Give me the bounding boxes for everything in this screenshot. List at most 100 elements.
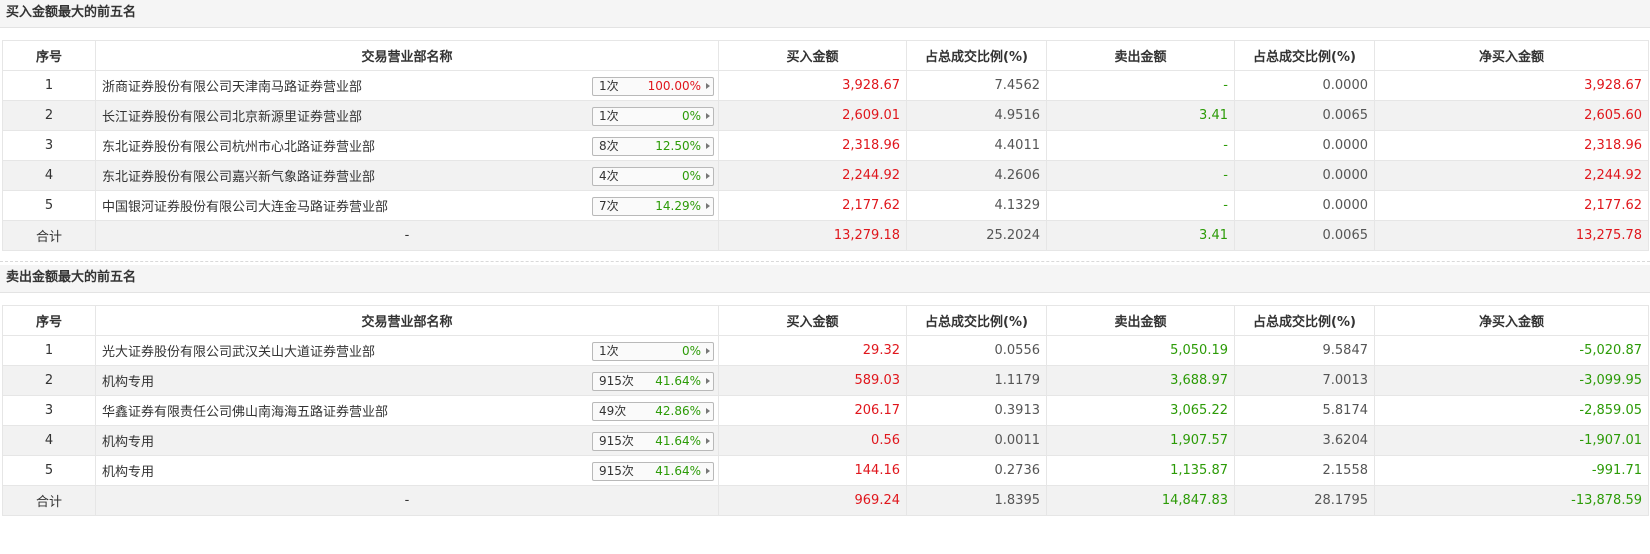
buy-ratio: 0.3913 [906,395,1047,426]
col-header-sell-ratio[interactable]: 占总成交比例(%) [1234,305,1375,336]
sell-ratio: 5.8174 [1234,395,1375,426]
appearance-count: 49次 [599,404,627,418]
branch-name-cell: 东北证券股份有限公司嘉兴新气象路证券营业部 4次 0% [95,160,719,191]
history-badge[interactable]: 915次 41.64% [592,432,714,451]
total-row: 合计 - 13,279.18 25.2024 3.41 0.0065 13,27… [2,220,1649,251]
sell-amount: 3,065.22 [1046,395,1235,426]
branch-name-link[interactable]: 东北证券股份有限公司杭州市心北路证券营业部 [102,136,375,155]
total-label: 合计 [2,220,96,251]
appearance-count: 915次 [599,374,634,388]
table-row: 5 中国银河证券股份有限公司大连金马路证券营业部 7次 14.29% 2,177… [2,190,1649,221]
col-header-no[interactable]: 序号 [2,40,96,71]
net-amount: -2,859.05 [1374,395,1649,426]
sell-amount: - [1046,70,1235,101]
appearance-count: 8次 [599,139,619,153]
buy-ratio: 0.0011 [906,425,1047,456]
buy-amount: 206.17 [718,395,907,426]
branch-name-cell: 机构专用 915次 41.64% [95,455,719,486]
caret-right-icon [706,143,710,149]
buy-ratio: 4.1329 [906,190,1047,221]
history-badge[interactable]: 915次 41.64% [592,462,714,481]
col-header-no[interactable]: 序号 [2,305,96,336]
buy-ratio: 4.2606 [906,160,1047,191]
appearance-count: 7次 [599,199,619,213]
win-rate: 0% [681,109,701,123]
appearance-count: 915次 [599,464,634,478]
caret-right-icon [706,203,710,209]
col-header-name[interactable]: 交易营业部名称 [95,40,719,71]
sell-ratio: 9.5847 [1234,335,1375,366]
net-amount: 2,605.60 [1374,100,1649,131]
caret-right-icon [706,113,710,119]
win-rate: 42.86% [655,404,701,418]
history-badge[interactable]: 1次 0% [592,107,714,126]
total-buy-amount: 13,279.18 [718,220,907,251]
sell-amount: 3.41 [1046,100,1235,131]
appearance-count: 4次 [599,169,619,183]
col-header-buy-ratio[interactable]: 占总成交比例(%) [906,305,1047,336]
branch-name-link[interactable]: 机构专用 [102,431,154,450]
row-no: 5 [2,455,96,486]
buy-ratio: 4.9516 [906,100,1047,131]
branch-name-cell: 中国银河证券股份有限公司大连金马路证券营业部 7次 14.29% [95,190,719,221]
buy-ratio: 0.0556 [906,335,1047,366]
col-header-net[interactable]: 净买入金额 [1374,305,1649,336]
branch-name-link[interactable]: 长江证券股份有限公司北京新源里证券营业部 [102,106,362,125]
buy-amount: 3,928.67 [718,70,907,101]
caret-right-icon [706,378,710,384]
table-row: 5 机构专用 915次 41.64% 144.16 0.2736 1,135.8… [2,455,1649,486]
buy-ratio: 7.4562 [906,70,1047,101]
history-badge[interactable]: 8次 12.50% [592,137,714,156]
branch-name-cell: 光大证券股份有限公司武汉关山大道证券营业部 1次 0% [95,335,719,366]
branch-name-link[interactable]: 机构专用 [102,461,154,480]
net-amount: -1,907.01 [1374,425,1649,456]
row-no: 3 [2,395,96,426]
total-row: 合计 - 969.24 1.8395 14,847.83 28.1795 -13… [2,485,1649,516]
win-rate: 100.00% [647,79,701,93]
buy-amount: 2,318.96 [718,130,907,161]
branch-name-cell: 浙商证券股份有限公司天津南马路证券营业部 1次 100.00% [95,70,719,101]
branch-name-link[interactable]: 华鑫证券有限责任公司佛山南海海五路证券营业部 [102,401,388,420]
row-no: 3 [2,130,96,161]
col-header-sell[interactable]: 卖出金额 [1046,305,1235,336]
col-header-net[interactable]: 净买入金额 [1374,40,1649,71]
buy-section-title: 买入金额最大的前五名 [0,0,1650,28]
total-buy-ratio: 1.8395 [906,485,1047,516]
table-row: 4 机构专用 915次 41.64% 0.56 0.0011 1,907.57 … [2,425,1649,456]
table-row: 1 浙商证券股份有限公司天津南马路证券营业部 1次 100.00% 3,928.… [2,70,1649,101]
history-badge[interactable]: 1次 0% [592,342,714,361]
col-header-sell[interactable]: 卖出金额 [1046,40,1235,71]
history-badge[interactable]: 915次 41.64% [592,372,714,391]
row-no: 2 [2,365,96,396]
buy-amount: 2,177.62 [718,190,907,221]
total-name: - [95,485,719,516]
row-no: 1 [2,335,96,366]
col-header-buy[interactable]: 买入金额 [718,305,907,336]
history-badge[interactable]: 4次 0% [592,167,714,186]
buy-ratio: 1.1179 [906,365,1047,396]
total-buy-ratio: 25.2024 [906,220,1047,251]
buy-amount: 0.56 [718,425,907,456]
col-header-buy[interactable]: 买入金额 [718,40,907,71]
col-header-buy-ratio[interactable]: 占总成交比例(%) [906,40,1047,71]
buy-top5-table: 序号 交易营业部名称 买入金额 占总成交比例(%) 卖出金额 占总成交比例(%)… [2,40,1649,251]
win-rate: 41.64% [655,374,701,388]
buy-ratio: 4.4011 [906,130,1047,161]
branch-name-link[interactable]: 机构专用 [102,371,154,390]
branch-name-link[interactable]: 东北证券股份有限公司嘉兴新气象路证券营业部 [102,166,375,185]
col-header-sell-ratio[interactable]: 占总成交比例(%) [1234,40,1375,71]
total-sell-ratio: 28.1795 [1234,485,1375,516]
caret-right-icon [706,468,710,474]
history-badge[interactable]: 49次 42.86% [592,402,714,421]
total-sell-amount: 3.41 [1046,220,1235,251]
branch-name-link[interactable]: 浙商证券股份有限公司天津南马路证券营业部 [102,76,362,95]
branch-name-link[interactable]: 中国银河证券股份有限公司大连金马路证券营业部 [102,196,388,215]
row-no: 4 [2,425,96,456]
buy-ratio: 0.2736 [906,455,1047,486]
history-badge[interactable]: 1次 100.00% [592,77,714,96]
branch-name-link[interactable]: 光大证券股份有限公司武汉关山大道证券营业部 [102,341,375,360]
col-header-name[interactable]: 交易营业部名称 [95,305,719,336]
total-sell-ratio: 0.0065 [1234,220,1375,251]
branch-name-cell: 长江证券股份有限公司北京新源里证券营业部 1次 0% [95,100,719,131]
history-badge[interactable]: 7次 14.29% [592,197,714,216]
